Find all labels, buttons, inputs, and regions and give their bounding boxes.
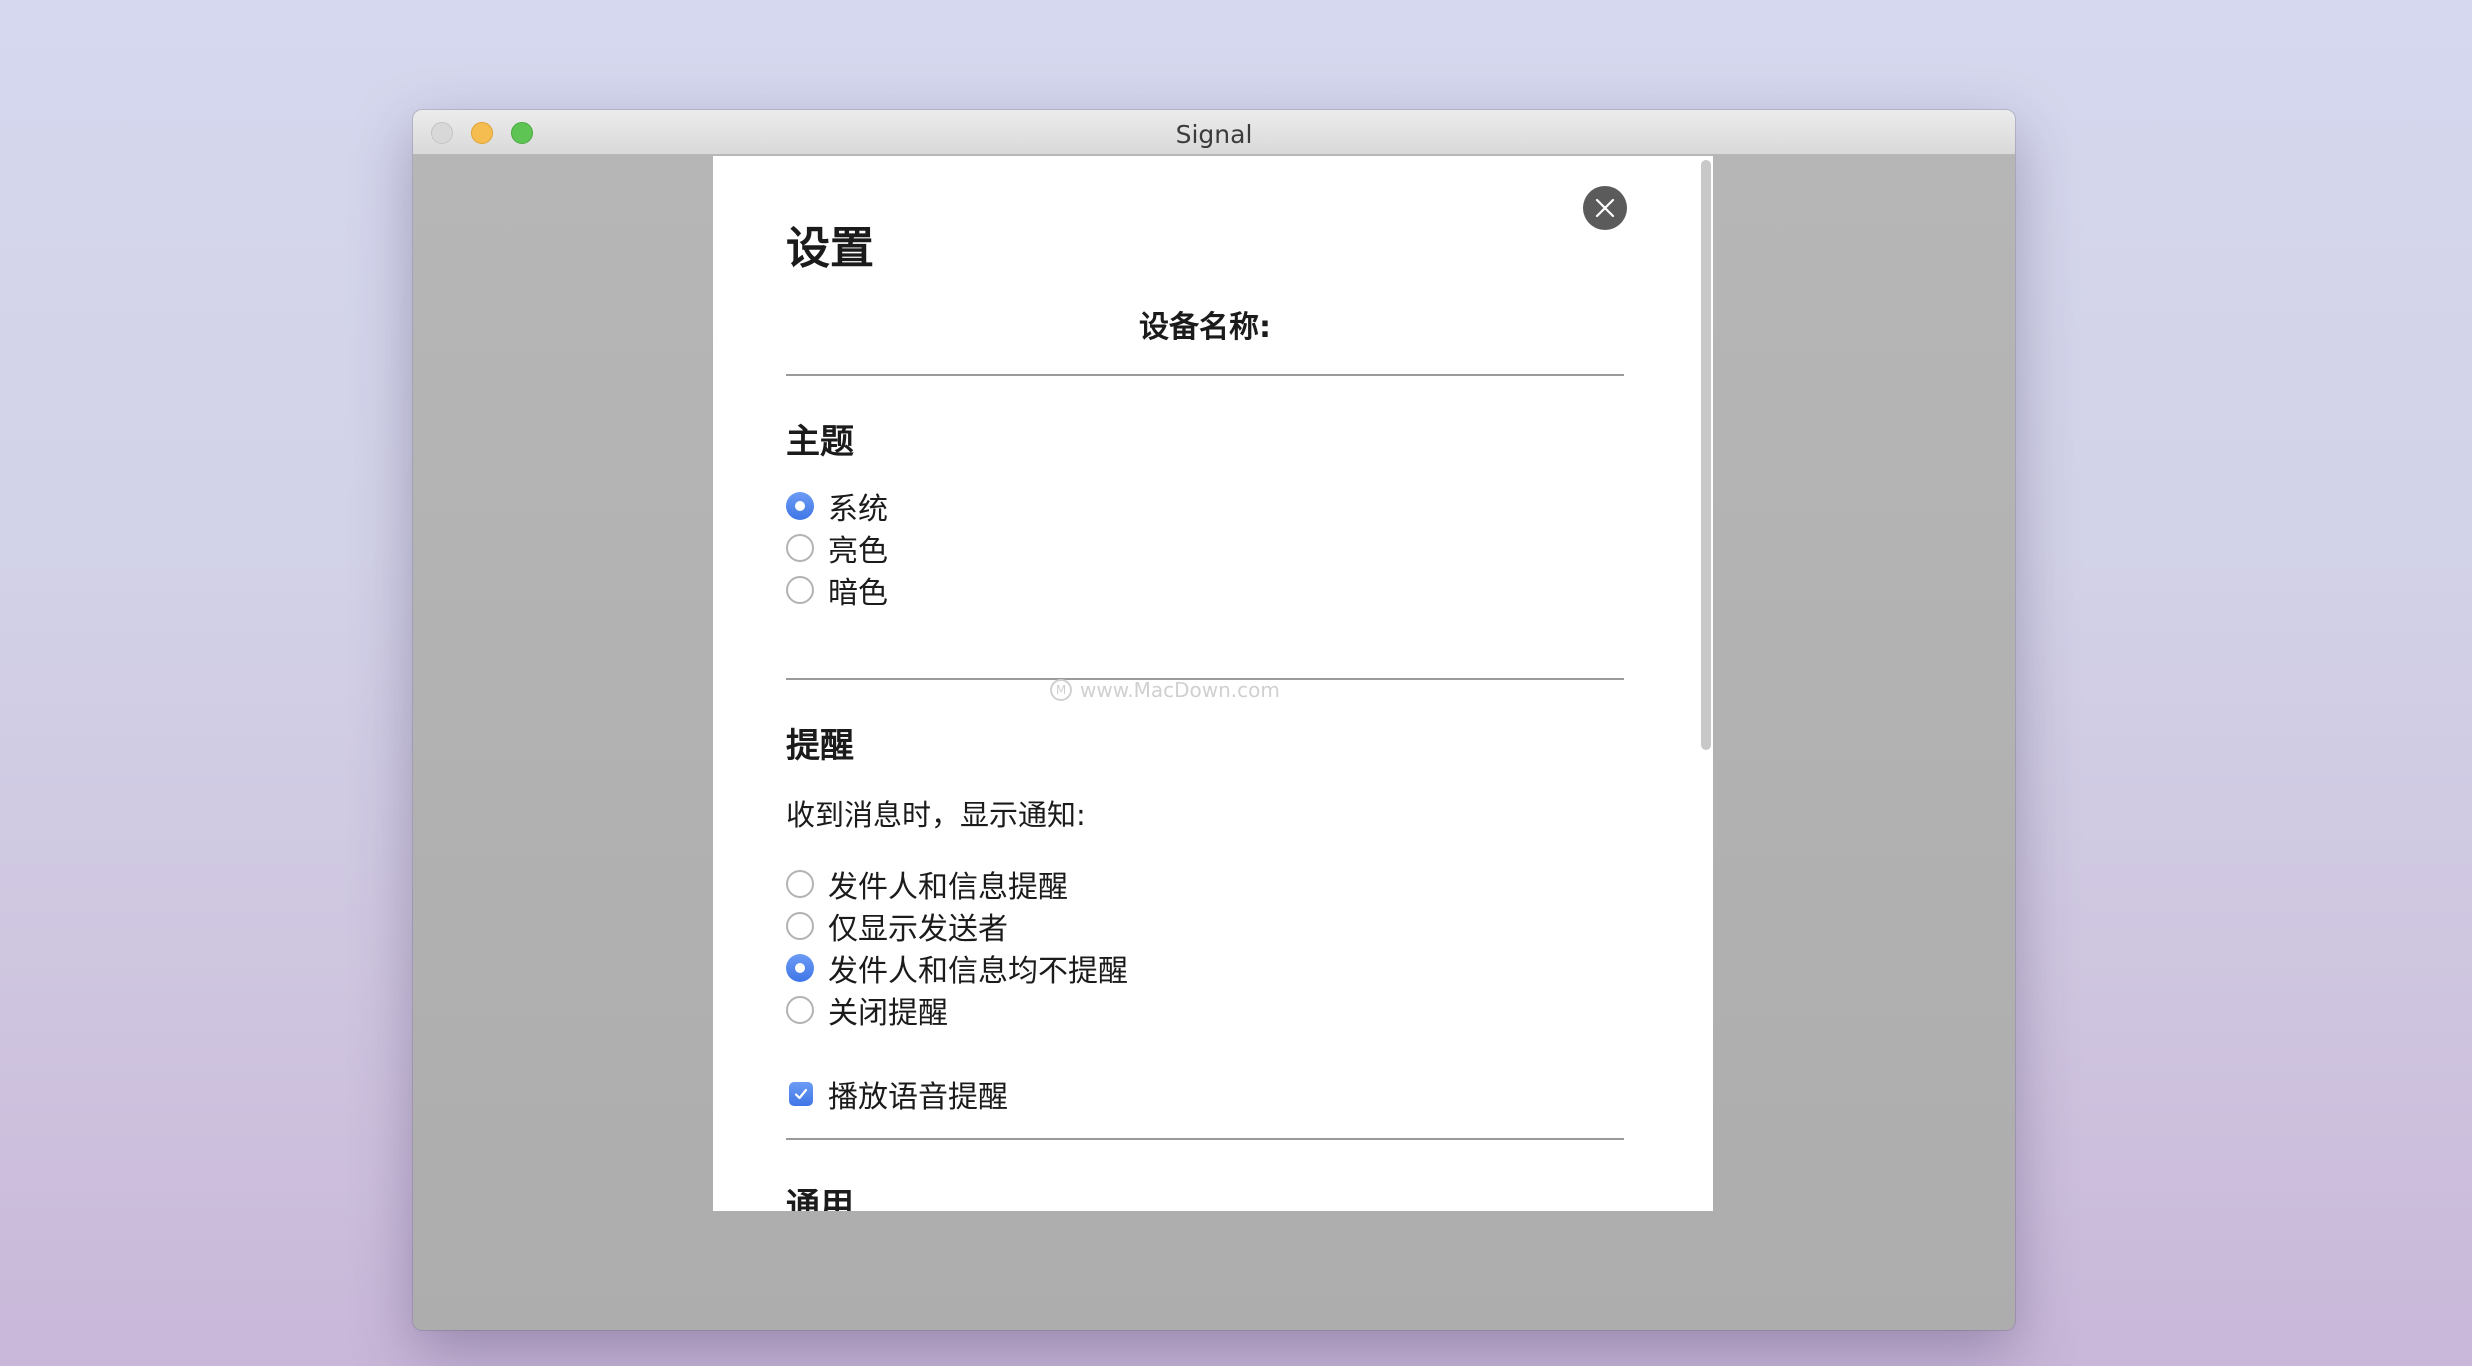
option-label: 亮色 — [828, 534, 888, 569]
checkmark-icon — [794, 1088, 808, 1100]
general-heading: 通用 — [786, 1186, 854, 1211]
watermark: M www.MacDown.com — [1050, 678, 1280, 702]
radio-button-checked[interactable] — [786, 492, 814, 520]
radio-button-checked[interactable] — [786, 954, 814, 982]
close-dialog-button[interactable] — [1583, 186, 1627, 230]
option-label: 发件人和信息均不提醒 — [828, 954, 1128, 989]
notify-option-name-only[interactable]: 仅显示发送者 — [786, 906, 1008, 947]
radio-button[interactable] — [786, 534, 814, 562]
theme-option-light[interactable]: 亮色 — [786, 528, 888, 569]
audio-notification-option[interactable]: 播放语音提醒 — [786, 1074, 1008, 1115]
app-window: Signal 设置 设备名称: 主题 系统 亮色 暗色 提醒 收到消息时，显示通… — [413, 110, 2015, 1330]
title-bar[interactable]: Signal — [413, 110, 2015, 155]
option-label: 播放语音提醒 — [828, 1080, 1008, 1115]
section-divider — [786, 1138, 1624, 1140]
audio-checkbox[interactable] — [789, 1082, 813, 1106]
notify-option-off[interactable]: 关闭提醒 — [786, 990, 948, 1031]
option-label: 系统 — [828, 492, 888, 527]
option-label: 仅显示发送者 — [828, 912, 1008, 947]
option-label: 发件人和信息提醒 — [828, 870, 1068, 905]
close-icon — [1595, 198, 1615, 218]
window-title: Signal — [1175, 120, 1253, 149]
section-divider — [786, 374, 1624, 376]
radio-button[interactable] — [786, 870, 814, 898]
watermark-logo-icon: M — [1050, 679, 1072, 701]
option-label: 关闭提醒 — [828, 996, 948, 1031]
theme-option-dark[interactable]: 暗色 — [786, 570, 888, 611]
device-name-label: 设备名称: — [1139, 310, 1271, 345]
radio-button[interactable] — [786, 912, 814, 940]
option-label: 暗色 — [828, 576, 888, 611]
theme-heading: 主题 — [786, 422, 854, 462]
radio-button[interactable] — [786, 996, 814, 1024]
settings-title: 设置 — [786, 223, 874, 274]
notify-option-name-and-message[interactable]: 发件人和信息提醒 — [786, 864, 1068, 905]
theme-option-system[interactable]: 系统 — [786, 486, 888, 527]
notifications-heading: 提醒 — [786, 726, 854, 766]
notifications-description: 收到消息时，显示通知: — [786, 798, 1086, 832]
watermark-text: www.MacDown.com — [1080, 678, 1280, 702]
radio-button[interactable] — [786, 576, 814, 604]
settings-dialog: 设置 设备名称: 主题 系统 亮色 暗色 提醒 收到消息时，显示通知: 发件人和… — [713, 156, 1713, 1211]
dialog-scrollbar[interactable] — [1701, 160, 1711, 750]
notify-option-no-name-or-message[interactable]: 发件人和信息均不提醒 — [786, 948, 1128, 989]
